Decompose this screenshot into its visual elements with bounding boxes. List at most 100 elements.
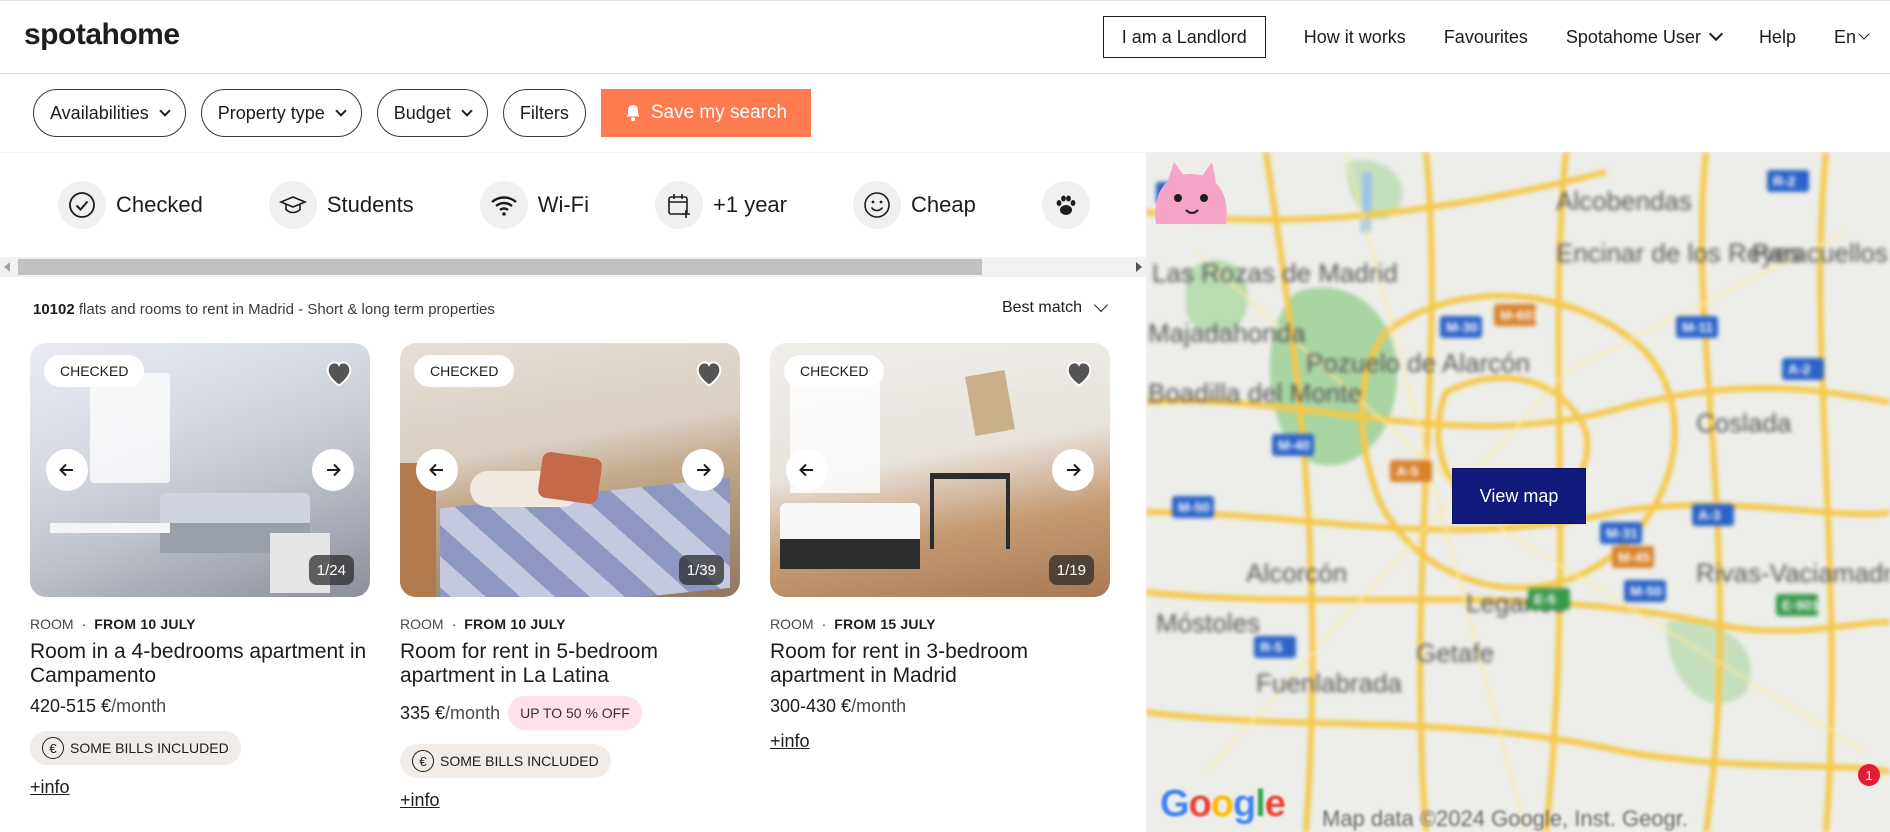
scroll-left-icon[interactable] [4,262,10,272]
price-row: 420-515 €/month [30,696,370,717]
listing-card[interactable]: CHECKED 1/24 ROOM · FROM 10 JULY Room in a… [30,343,370,798]
listing-meta: ROOM · FROM 10 JULY [400,616,566,632]
svg-text:M-50: M-50 [1178,499,1210,515]
chevron-down-icon [1093,297,1109,313]
google-logo: Google [1160,783,1286,825]
chip-checked[interactable]: Checked [58,181,203,229]
map-attribution: Map data ©2024 Google, Inst. Geogr. [1322,806,1688,831]
heart-icon[interactable] [694,359,724,387]
map-road-shield: M-50 [1172,496,1214,518]
chip-cheap[interactable]: Cheap [853,181,976,229]
favourites-link[interactable]: Favourites [1444,27,1528,48]
budget-filter[interactable]: Budget [376,89,488,137]
listing-type: ROOM [30,616,74,632]
discount-badge: UP TO 50 % OFF [508,696,642,730]
map-panel[interactable]: Alcobendas Encinar de los Reyes Paracuello… [1146,152,1890,832]
bills-badge: € SOME BILLS INCLUDED [400,744,611,778]
chip-pets[interactable] [1041,181,1100,229]
previous-photo-button[interactable] [416,449,458,491]
more-info-link[interactable]: +info [30,777,370,798]
logo[interactable]: spotahome [24,18,180,52]
svg-text:M-30: M-30 [1446,319,1478,335]
more-info-link[interactable]: +info [770,731,1110,752]
listing-title[interactable]: Room for rent in 5-bedroom apartment in … [400,640,740,688]
map-place-label: Alcorcón [1246,558,1347,588]
graduation-cap-icon [268,181,317,229]
listing-photo[interactable]: CHECKED 1/19 [770,343,1110,597]
save-search-button[interactable]: Save my search [600,89,812,137]
bills-label: SOME BILLS INCLUDED [440,753,599,769]
check-circle-icon [58,181,106,229]
top-nav: I am a Landlord How it works Favourites … [1102,16,1870,58]
chip-one-year[interactable]: +1 year [655,181,787,229]
chat-mascot-icon[interactable] [1146,152,1236,224]
price-row: 335 €/month UP TO 50 % OFF [400,696,740,730]
availabilities-filter[interactable]: Availabilities [33,89,186,137]
arrow-left-icon [799,463,813,477]
map-road-shield: E-901 [1776,594,1820,616]
map-place-label: Pozuelo de Alarcón [1306,348,1530,378]
map-road-shield: A-5 [1390,460,1432,482]
map-road-shield: M-11 [1676,316,1718,338]
map-place-label: Boadilla del Monte [1148,378,1362,408]
photo-counter: 1/19 [1048,555,1094,585]
listing-title[interactable]: Room for rent in 3-bedroom apartment in … [770,640,1110,688]
listing-price: 335 € [400,702,446,723]
quick-filter-chips: Checked Students Wi-Fi +1 year Cheap [0,153,1146,257]
language-label: En [1833,26,1856,47]
listing-type: ROOM [400,616,444,632]
scroll-right-icon[interactable] [1136,262,1142,272]
chevron-down-icon [335,104,347,117]
price-period: /month [111,696,167,716]
listing-card[interactable]: CHECKED 1/19 ROOM · FROM 15 JULY Room for … [770,343,1110,752]
property-type-label: Property type [217,102,325,123]
chip-label: Cheap [911,192,976,217]
listing-from: FROM 10 JULY [464,616,566,632]
help-link[interactable]: Help [1759,27,1796,48]
more-info-link[interactable]: +info [400,790,740,811]
map-road-shield: A-2 [1782,358,1824,380]
user-menu-label: Spotahome User [1565,26,1701,47]
map-place-label: Majadahonda [1148,318,1306,348]
map-road-shield: M-607 [1494,304,1540,326]
results-count: 10102 [33,301,75,318]
euro-icon: € [412,750,434,772]
chips-scrollbar[interactable] [0,257,1146,277]
sort-label: Best match [1001,299,1082,316]
listing-from: FROM 10 JULY [94,616,196,632]
chevron-down-icon [1858,28,1870,40]
map-place-label: Coslada [1696,408,1792,438]
landlord-button[interactable]: I am a Landlord [1102,16,1266,58]
listing-photo[interactable]: CHECKED 1/24 [30,343,370,597]
next-photo-button[interactable] [312,449,354,491]
listing-title[interactable]: Room in a 4-bedrooms apartment in Campam… [30,640,370,688]
scrollbar-thumb[interactable] [18,259,982,275]
user-menu[interactable]: Spotahome User [1565,26,1724,48]
arrow-right-icon [697,463,711,477]
language-selector[interactable]: En [1833,26,1870,48]
chip-label: Checked [116,192,203,217]
chip-students[interactable]: Students [268,181,414,229]
chip-wifi[interactable]: Wi-Fi [479,181,589,229]
notification-badge: 1 [1858,764,1880,786]
map-place-label: Alcobendas [1556,186,1692,216]
heart-icon[interactable] [324,359,354,387]
heart-icon[interactable] [1064,359,1094,387]
next-photo-button[interactable] [682,449,724,491]
sort-dropdown[interactable]: Best match [1001,297,1109,317]
listing-card[interactable]: CHECKED 1/39 ROOM · FROM 10 JULY Room for … [400,343,740,811]
map-place-label: Getafe [1416,638,1494,668]
smiley-icon [853,181,901,229]
listing-price: 420-515 € [30,696,112,716]
chip-label: Wi-Fi [537,192,589,217]
arrow-right-icon [1067,463,1081,477]
previous-photo-button[interactable] [786,449,828,491]
filters-button[interactable]: Filters [502,89,586,137]
view-map-button[interactable]: View map [1452,468,1586,524]
property-type-filter[interactable]: Property type [200,89,362,137]
map-place-label: Las Rozas de Madrid [1152,258,1398,288]
how-it-works-link[interactable]: How it works [1304,27,1406,48]
previous-photo-button[interactable] [46,449,88,491]
next-photo-button[interactable] [1052,449,1094,491]
listing-photo[interactable]: CHECKED 1/39 [400,343,740,597]
